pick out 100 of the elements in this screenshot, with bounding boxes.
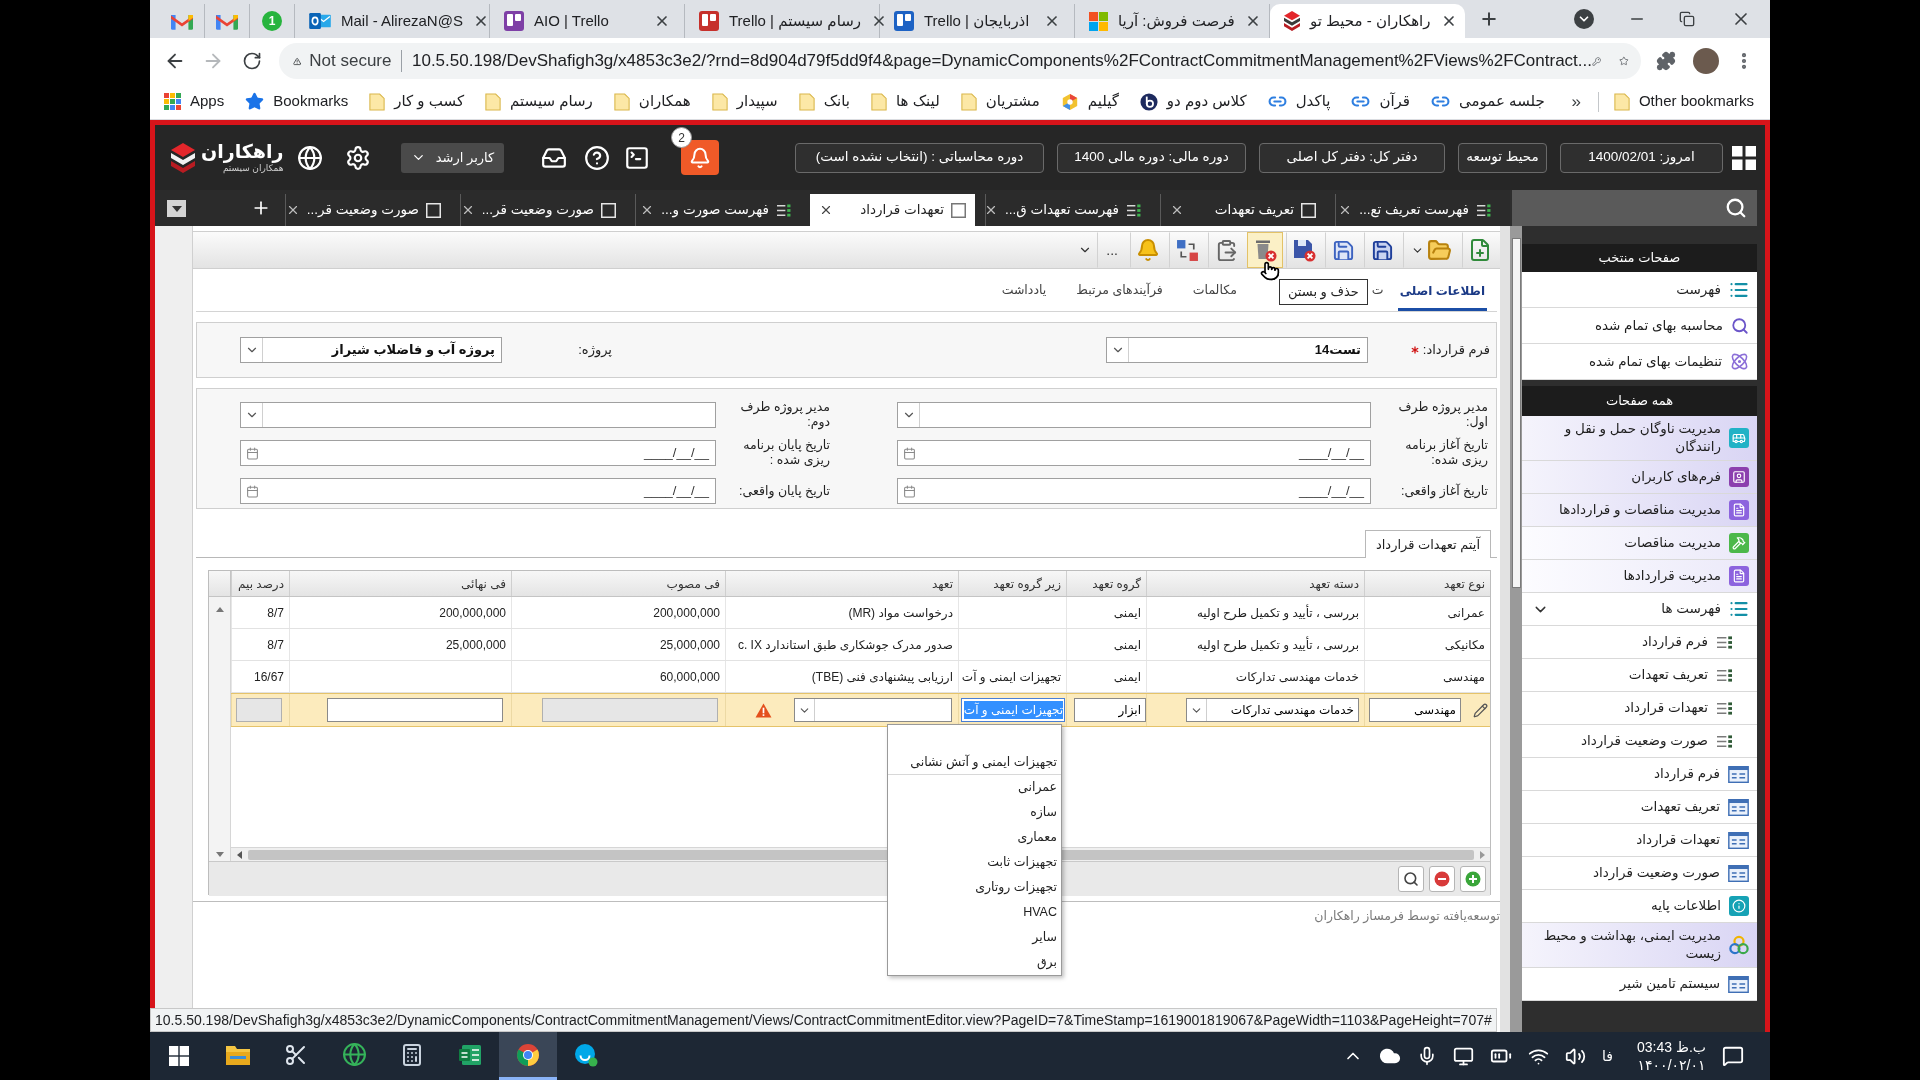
- subtab[interactable]: ت: [1369, 273, 1386, 311]
- input-field[interactable]: ابزار: [1074, 698, 1146, 722]
- clock-date[interactable]: ۱۴۰۰/۰۲/۰۱: [1637, 1056, 1706, 1074]
- address-bar[interactable]: Not secure 10.5.50.198/DevShafigh3g/x4853c3e2/?rnd=8d904d79f5dd9f4&page=DynamicComponents%2FContractCommitmentManagement%2FViews%2FContract...: [279, 43, 1641, 79]
- date-field[interactable]: ____/__/__: [897, 478, 1371, 504]
- language-indicator[interactable]: فا: [1602, 1045, 1614, 1067]
- globe-icon[interactable]: [297, 144, 323, 171]
- sidebar-item[interactable]: اطلاعات پایه: [1522, 890, 1757, 923]
- bookmark-item[interactable]: رسام سیستم: [485, 90, 593, 113]
- dropdown-option[interactable]: HVAC: [888, 900, 1061, 925]
- subtab[interactable]: اطلاعات اصلی: [1397, 273, 1487, 311]
- more-button[interactable]: ...: [1097, 232, 1127, 268]
- sidebar-item[interactable]: محاسبه بهای تمام شده: [1522, 308, 1757, 344]
- sidebar-item[interactable]: فرم‌های کاربران: [1522, 461, 1757, 494]
- bookmark-item[interactable]: مشتریان: [960, 90, 1040, 113]
- url-text[interactable]: 10.5.50.198/DevShafigh3g/x4853c3e2/?rnd=8d904d79f5dd9f4&page=DynamicComponents%2FContractCommitmentManagement%2FViews%2FContract...: [411, 48, 1592, 74]
- column-header[interactable]: گروه تعهد: [1066, 571, 1146, 596]
- bookmark-item[interactable]: سپیدار: [711, 90, 778, 113]
- context-chip[interactable]: دفتر کل: دفتر کل اصلی: [1259, 142, 1445, 173]
- taskbar-app[interactable]: [499, 1032, 557, 1080]
- dropdown-option[interactable]: تجهیزات روتاری: [888, 875, 1061, 900]
- new-tab-icon[interactable]: [1479, 9, 1499, 29]
- reload-icon[interactable]: [242, 51, 262, 71]
- column-header[interactable]: تعهد: [725, 571, 958, 596]
- help-icon[interactable]: [584, 144, 610, 171]
- select-field[interactable]: تست14: [1106, 337, 1368, 363]
- sidebar-item[interactable]: مدیریت مناقصات و قراردادها: [1522, 494, 1757, 527]
- caret-icon[interactable]: [167, 200, 186, 217]
- date-field[interactable]: ____/__/__: [897, 440, 1371, 466]
- column-header[interactable]: درصد بیم: [231, 571, 289, 596]
- monitor-icon[interactable]: [1453, 1045, 1475, 1067]
- sidebar-item[interactable]: فرم قرارداد: [1522, 758, 1757, 791]
- search-button[interactable]: [1398, 866, 1424, 892]
- context-chip[interactable]: دوره محاسباتی : (انتخاب نشده است): [795, 142, 1044, 173]
- bookmark-item[interactable]: جلسه عمومی: [1431, 90, 1545, 113]
- tab-search-icon[interactable]: [1574, 9, 1594, 29]
- dropdown-option[interactable]: تجهیزات ثابت: [888, 850, 1061, 875]
- select-field[interactable]: [240, 402, 716, 428]
- sidebar-item[interactable]: سیستم تامین شیر: [1522, 968, 1757, 1001]
- close-tab-icon[interactable]: [819, 203, 833, 217]
- sidebar-item[interactable]: مدیریت قراردادها: [1522, 560, 1757, 593]
- select-field[interactable]: پروژه آب و فاضلاب شیراز: [240, 337, 502, 363]
- bookmark-item[interactable]: بانک: [798, 90, 850, 113]
- sidebar-item[interactable]: تنظیمات بهای تمام شده: [1522, 344, 1757, 380]
- sidebar-item[interactable]: فرم قرارداد: [1522, 626, 1757, 659]
- sidebar-item[interactable]: تعریف تعهدات: [1522, 659, 1757, 692]
- input-field[interactable]: مهندسی: [1369, 698, 1461, 722]
- document-tab[interactable]: تعهدات قرارداد: [810, 194, 975, 226]
- date-field[interactable]: ____/__/__: [240, 478, 716, 504]
- sidebar-item[interactable]: فهرست: [1522, 272, 1757, 308]
- close-tab-icon[interactable]: [1044, 13, 1060, 29]
- sidebar-item[interactable]: صورت وضعیت قرارداد: [1522, 725, 1757, 758]
- subtab[interactable]: یادداشت: [999, 273, 1049, 311]
- column-header[interactable]: فی نهائی: [289, 571, 511, 596]
- dropdown-option[interactable]: معماری: [888, 825, 1061, 850]
- column-header[interactable]: دسته تعهد: [1146, 571, 1364, 596]
- bookmark-item[interactable]: کسب و کار: [369, 90, 465, 113]
- scroll-up-icon[interactable]: [215, 607, 224, 612]
- bookmark-item[interactable]: پاکدل: [1267, 90, 1331, 113]
- start-button[interactable]: [167, 1044, 191, 1068]
- subtab[interactable]: مکالمات: [1190, 273, 1239, 311]
- sidebar-item[interactable]: فهرست ها: [1522, 593, 1757, 626]
- bookmark-item[interactable]: Bookmarks: [245, 90, 349, 113]
- terminal-icon[interactable]: [624, 144, 650, 171]
- sidebar-item[interactable]: مدیریت ایمنی، بهداشت و محیط زیست: [1522, 923, 1757, 968]
- section-tab[interactable]: آیتم تعهدات قرارداد: [1364, 530, 1491, 558]
- notification-button[interactable]: [681, 140, 719, 175]
- sidebar-item[interactable]: تعهدات قرارداد: [1522, 692, 1757, 725]
- date-field[interactable]: ____/__/__: [240, 440, 716, 466]
- column-header[interactable]: نوع تعهد: [1364, 571, 1490, 596]
- context-chip[interactable]: دوره مالی: دوره مالی 1400: [1057, 142, 1246, 173]
- subtab[interactable]: فرآیندهای مرتبط: [1074, 273, 1165, 311]
- dropdown-option[interactable]: سازه: [888, 800, 1061, 825]
- context-chip[interactable]: امروز: 1400/02/01: [1560, 142, 1723, 173]
- input-field[interactable]: [327, 698, 503, 722]
- column-header[interactable]: زیر گروه تعهد: [958, 571, 1066, 596]
- bookmark-item[interactable]: همکاران: [613, 90, 691, 113]
- avatar-icon[interactable]: [1693, 48, 1719, 74]
- browser-tab[interactable]: راهکاران - محیط تو: [1270, 4, 1465, 38]
- dropdown-option[interactable]: عمرانی: [888, 775, 1061, 800]
- context-chip[interactable]: محیط توسعه: [1458, 142, 1547, 173]
- dropdown-option[interactable]: تجهیزات ایمنی و آتش نشانی: [888, 750, 1061, 775]
- clock-time[interactable]: ب.ظ 03:43: [1637, 1038, 1706, 1056]
- sidebar-item[interactable]: مدیریت ناوگان حمل و نقل و رانندگان: [1522, 416, 1757, 461]
- apps-grid-icon[interactable]: [1732, 145, 1756, 170]
- sidebar-item[interactable]: صورت وضعیت قرارداد: [1522, 857, 1757, 890]
- scroll-thumb[interactable]: [1511, 238, 1521, 588]
- bookmark-item[interactable]: Other bookmarks: [1613, 90, 1754, 113]
- close-tab-icon[interactable]: [1170, 203, 1184, 217]
- security-status[interactable]: Not secure: [309, 48, 392, 74]
- select-field[interactable]: [794, 698, 952, 722]
- add-row-button[interactable]: [1460, 866, 1486, 892]
- more-bookmarks-button[interactable]: »: [1571, 88, 1581, 115]
- sidebar-item[interactable]: تعهدات قرارداد: [1522, 824, 1757, 857]
- extensions-icon[interactable]: [1656, 51, 1676, 71]
- close-tab-icon[interactable]: [871, 13, 887, 29]
- restore-icon[interactable]: [1679, 11, 1695, 27]
- sidebar-item[interactable]: تعریف تعهدات: [1522, 791, 1757, 824]
- delete-row-button[interactable]: [1429, 866, 1455, 892]
- delete-close-button[interactable]: [1247, 232, 1283, 268]
